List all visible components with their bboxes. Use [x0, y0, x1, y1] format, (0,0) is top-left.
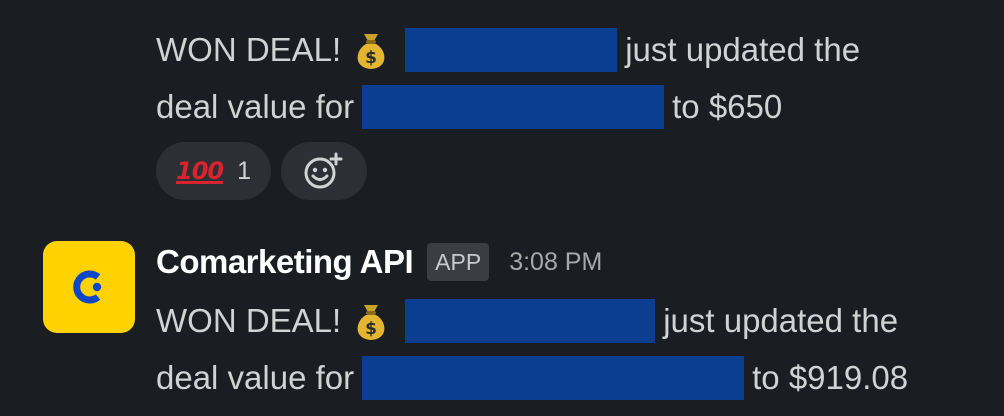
comarketing-logo: [73, 270, 102, 304]
reaction-count: 1: [237, 156, 252, 185]
message-text: deal value for: [156, 359, 355, 396]
message-text: WON DEAL!: [156, 302, 342, 339]
sender-name[interactable]: Comarketing API: [156, 243, 414, 281]
money-bag-icon: $: [357, 34, 385, 69]
message-text: to $919.08: [752, 359, 909, 396]
message-text: just updated the: [625, 31, 861, 68]
redacted-deal: [362, 356, 745, 400]
message-2-line-1: WON DEAL! $ just updated the: [156, 299, 898, 343]
message-text: just updated the: [663, 302, 899, 339]
money-bag-icon: $: [357, 305, 385, 340]
message-2-line-2: deal value for to $919.08: [156, 356, 908, 400]
avatar[interactable]: [43, 241, 135, 333]
svg-text:$: $: [365, 48, 377, 68]
redacted-name: [405, 299, 656, 343]
reaction-bar: 100 1: [156, 142, 368, 200]
app-badge: APP: [427, 243, 490, 281]
message-text: WON DEAL!: [156, 31, 342, 68]
message-1-line-2: deal value for to $650: [156, 85, 782, 129]
message-1-line-1: WON DEAL! $ just updated the: [156, 28, 860, 72]
reaction-100[interactable]: 100 1: [156, 142, 272, 200]
add-reaction-button[interactable]: [281, 142, 368, 200]
message-text: deal value for: [156, 88, 355, 125]
hundred-points-icon: 100: [176, 157, 224, 185]
redacted-deal: [362, 85, 665, 129]
redacted-name: [405, 28, 618, 72]
timestamp[interactable]: 3:08 PM: [509, 248, 602, 277]
svg-text:$: $: [365, 319, 377, 339]
add-reaction-icon: [304, 152, 343, 189]
message-text: to $650: [672, 88, 783, 125]
message-header: Comarketing API APP 3:08 PM: [156, 242, 602, 282]
message-list: WON DEAL! $ just updated the deal value …: [0, 0, 1004, 416]
